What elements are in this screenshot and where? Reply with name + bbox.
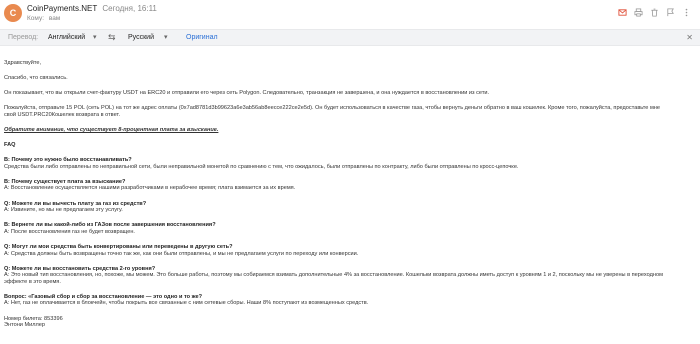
greeting: Здравствуйте, [4, 60, 42, 66]
faq-question: В: Почему существует плата за взыскание? [4, 178, 126, 185]
translate-bar: Перевод: Английский ▾ ⇆ Русский ▾ Оригин… [0, 29, 700, 46]
show-original-link[interactable]: Оригинал [186, 34, 218, 41]
chevron-down-icon[interactable]: ▾ [164, 33, 168, 41]
faq-question: В: Почему это нужно было восстанавливать… [4, 157, 132, 164]
signature: Энтони Миллер [4, 322, 46, 329]
target-language-select[interactable]: Русский [128, 34, 154, 41]
header-actions [614, 4, 694, 20]
paragraph-1: Он показывает, что вы открыли счет-факту… [4, 90, 490, 97]
message-header: C CoinPayments.NET Сегодня, 16:11 Кому: … [0, 0, 700, 28]
flag-icon[interactable] [662, 4, 678, 20]
mail-icon[interactable] [614, 4, 630, 20]
faq-answer: А: Нет, газ не оплачивается в блокчейн, … [4, 300, 369, 307]
message-body: Здравствуйте, Спасибо, что связались. Он… [4, 60, 694, 329]
faq-answer-continued: эффекте в это время. [4, 278, 61, 285]
ticket-number: Номер билета: 853396 [4, 315, 63, 322]
faq-answer: А: Это новый тип восстановления, но, пох… [4, 272, 663, 279]
trash-icon[interactable] [646, 4, 662, 20]
source-language-select[interactable]: Английский [48, 34, 85, 41]
sender-name[interactable]: CoinPayments.NET [27, 4, 97, 13]
faq-answer: А: После восстановления газ не будет воз… [4, 228, 135, 235]
translate-label: Перевод: [8, 34, 39, 41]
fee-note: Обратите внимание, что существует 8-проц… [4, 126, 219, 133]
faq-question: В: Вернете ли вы какой-либо из ГАЗов пос… [4, 222, 216, 229]
print-icon[interactable] [630, 4, 646, 20]
swap-languages-icon[interactable]: ⇆ [108, 32, 116, 43]
faq-answer: Средства были либо отправлены по неправи… [4, 163, 519, 170]
chevron-down-icon[interactable]: ▾ [93, 33, 97, 41]
more-icon[interactable] [678, 4, 694, 20]
sender-avatar[interactable]: C [4, 4, 22, 22]
paragraph-2-line-2: свой USDT.PRC20Кошелек возврата в ответ. [4, 111, 121, 118]
to-value[interactable]: вам [49, 15, 60, 22]
recipient-line: Кому: вам [27, 15, 60, 22]
faq-heading: FAQ [4, 142, 16, 149]
faq-answer: А: Извините, но мы не предлагаем эту усл… [4, 207, 123, 214]
faq-answer: А: Средства должны быть возвращены точно… [4, 250, 359, 257]
paragraph-2-line-1: Пожалуйста, отправьте 15 POL (сеть POL) … [4, 105, 660, 112]
faq-answer: А: Восстановление осуществляется нашими … [4, 185, 296, 192]
faq-question: Q: Могут ли мои средства быть конвертиро… [4, 243, 233, 250]
message-date: Сегодня, 16:11 [102, 4, 157, 13]
close-icon[interactable]: ✕ [686, 33, 693, 42]
faq-question: Q: Можете ли вы вычесть плату за газ из … [4, 200, 147, 207]
to-label: Кому: [27, 15, 44, 22]
sender-line: CoinPayments.NET Сегодня, 16:11 [27, 4, 157, 13]
thanks-text: Спасибо, что связались. [4, 75, 68, 82]
